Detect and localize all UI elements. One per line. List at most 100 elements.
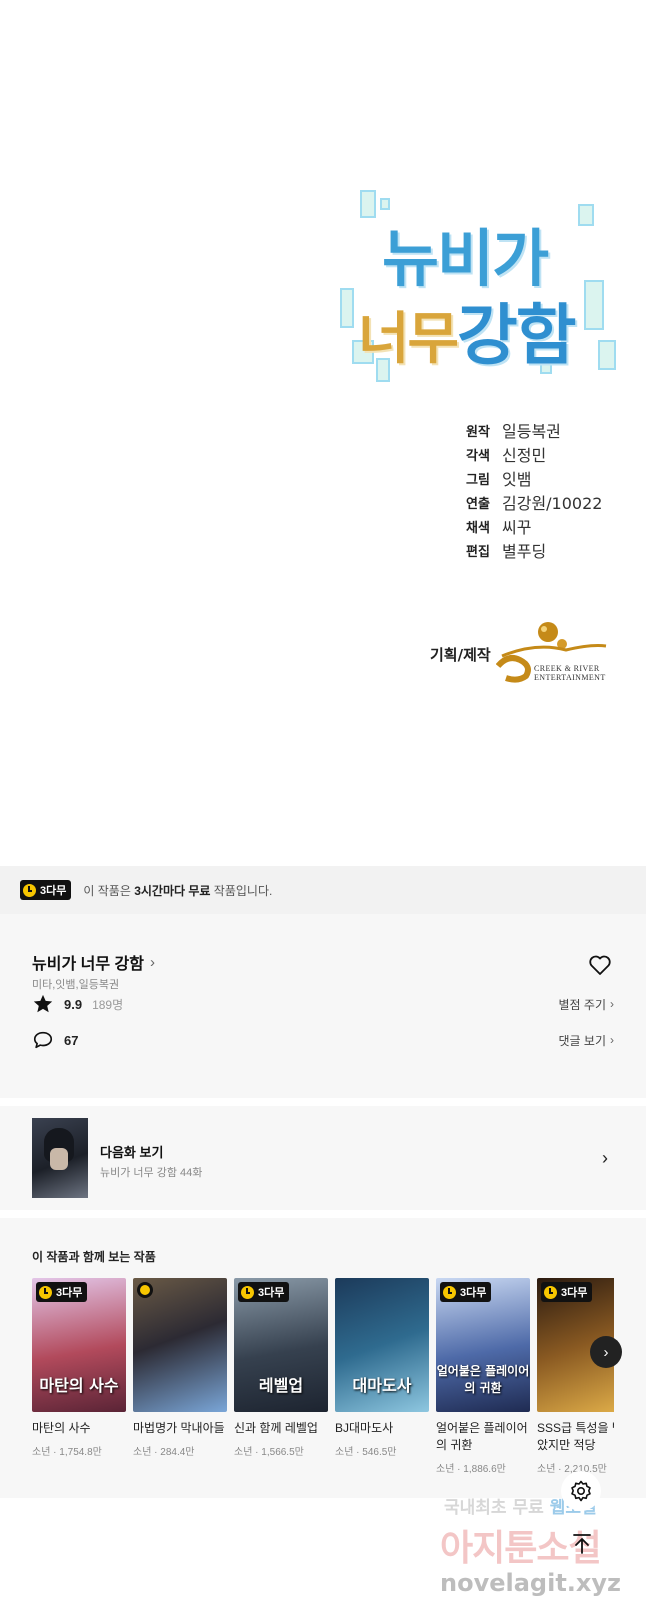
recommendation-name: SSS급 특성을 받았지만 적당 <box>537 1421 614 1452</box>
recommendation-item[interactable]: 3다무 레벨업 신과 함께 레벨업 소년 · 1,566.5만 <box>234 1278 328 1458</box>
clock-icon <box>137 1282 153 1298</box>
watermark-line3: novelagit.xyz <box>440 1569 622 1597</box>
recommendation-cover: 3다무 레벨업 <box>234 1278 328 1412</box>
logo-line2-small: 너무 <box>358 307 459 372</box>
studio-name: CREEK & RIVER ENTERTAINMENT <box>534 664 606 682</box>
recommendation-name: 얼어붙은 플레이어의 귀환 <box>436 1421 528 1452</box>
credit-name: 잇뱀 <box>502 470 532 489</box>
next-episode-thumbnail <box>32 1118 88 1198</box>
logo-line2-big: 강함 <box>457 297 576 374</box>
credit-row: 그림 잇뱀 <box>466 466 602 490</box>
recommendation-name: 마탄의 사수 <box>32 1421 91 1435</box>
comment-icon <box>32 1029 54 1051</box>
notice-text: 이 작품은 3시간마다 무료 작품입니다. <box>83 882 272 899</box>
recommendation-name: 신과 함께 레벨업 <box>234 1421 318 1435</box>
work-authors: 미타,잇뱀,일등복권 <box>32 979 120 991</box>
wait-free-badge: 3다무 <box>20 880 72 900</box>
chevron-right-icon: › <box>610 997 614 1011</box>
recommendation-meta: 소년 · 1,566.5만 <box>234 1447 304 1458</box>
cover-title: 레벨업 <box>258 1376 304 1395</box>
cover-title: 얼어붙은 플레이어의 귀환 <box>436 1364 530 1395</box>
view-comments-label: 댓글 보기 <box>558 1033 607 1048</box>
recommendation-meta: 소년 · 546.5만 <box>335 1447 397 1458</box>
next-episode-label: 다음화 보기 <box>100 1145 164 1160</box>
clock-icon <box>23 883 36 897</box>
episode-image: 뉴비가 너무강함 원작 일등복권 각색 신정민 그림 잇뱀 연출 김강원/10022 채… <box>0 0 646 866</box>
settings-button[interactable] <box>561 1471 601 1511</box>
chevron-right-icon: › <box>610 1033 614 1047</box>
credit-row: 각색 신정민 <box>466 442 602 466</box>
comment-count: 67 <box>64 1032 79 1048</box>
badge-label: 3다무 <box>460 1287 487 1299</box>
credit-role: 그림 <box>466 472 490 488</box>
credits: 원작 일등복권 각색 신정민 그림 잇뱀 연출 김강원/10022 채색 씨꾸 편집 별푸딩 <box>466 418 602 562</box>
clock-icon <box>39 1285 52 1299</box>
recommendation-item[interactable]: 3다무 마탄의 사수 마탄의 사수 소년 · 1,754.8만 <box>32 1278 126 1458</box>
credit-name: 김강원/10022 <box>502 494 603 513</box>
next-episode-subtitle: 뉴비가 너무 강함 44화 <box>100 1167 203 1179</box>
rate-button[interactable]: 별점 주기 › <box>559 996 615 1013</box>
badge-label: 3다무 <box>561 1287 588 1299</box>
badge-label: 3다무 <box>56 1287 83 1299</box>
cover-title: 마탄의 사수 <box>39 1376 119 1395</box>
recommendation-meta: 소년 · 1,754.8만 <box>32 1447 102 1458</box>
comment-row: 67 댓글 보기 › <box>32 1028 614 1052</box>
credit-name: 신정민 <box>502 446 547 465</box>
credit-role: 원작 <box>466 424 490 440</box>
rate-button-label: 별점 주기 <box>558 997 607 1012</box>
notice-text-before: 이 작품은 <box>83 883 135 898</box>
work-title: 뉴비가 너무 강함 <box>32 956 144 973</box>
rating-count: 189명 <box>92 997 124 1012</box>
credit-row: 원작 일등복권 <box>466 418 602 442</box>
recommendation-item[interactable]: 마법명가 막내아들 소년 · 284.4만 <box>133 1278 227 1458</box>
rating-row: 9.9 189명 별점 주기 › <box>32 992 614 1016</box>
arrow-up-icon <box>573 1534 591 1554</box>
credit-role: 각색 <box>466 448 490 464</box>
heart-icon[interactable] <box>588 954 612 976</box>
work-title-link[interactable]: 뉴비가 너무 강함 › <box>32 950 155 974</box>
credit-role: 편집 <box>466 544 490 560</box>
notice-text-bold: 3시간마다 무료 <box>134 883 211 898</box>
rating-value: 9.9 <box>64 996 83 1012</box>
scroll-top-button[interactable] <box>562 1524 602 1564</box>
settings-icon <box>571 1480 591 1502</box>
scroll-right-button[interactable]: › <box>590 1336 622 1368</box>
watermark: 국내최초 무료 웹소설 아지툰소설 novelagit.xyz <box>440 1493 646 1614</box>
recommendation-item[interactable]: 대마도사 BJ대마도사 소년 · 546.5만 <box>335 1278 429 1458</box>
recommendation-name: BJ대마도사 <box>335 1421 394 1435</box>
next-episode-card[interactable]: 다음화 보기 뉴비가 너무 강함 44화 › <box>0 1106 646 1210</box>
logo-line2: 너무강함 <box>358 282 577 378</box>
cover-title: 대마도사 <box>352 1376 412 1395</box>
credit-role: 연출 <box>466 496 490 512</box>
badge-label: 3다무 <box>258 1287 285 1299</box>
recommendations-title: 이 작품과 함께 보는 작품 <box>32 1250 156 1264</box>
recommendation-item[interactable]: 3다무 SSS급 특성을 받았지만 적당 소년 · 2,210.5만 <box>537 1278 614 1475</box>
chevron-right-icon: › <box>603 1343 609 1361</box>
title-logo: 뉴비가 너무강함 <box>340 190 620 400</box>
recommendation-cover <box>133 1278 227 1412</box>
credit-name: 씨꾸 <box>502 518 532 537</box>
credit-name: 일등복권 <box>502 422 561 441</box>
wait-free-badge: 3다무 <box>541 1282 593 1302</box>
wait-free-badge: 3다무 <box>36 1282 88 1302</box>
recommendation-meta: 소년 · 284.4만 <box>133 1447 195 1458</box>
clock-icon <box>443 1285 456 1299</box>
view-comments-button[interactable]: 댓글 보기 › <box>559 1032 615 1049</box>
chevron-right-icon: › <box>602 1148 608 1168</box>
recommendations: 이 작품과 함께 보는 작품 3다무 마탄의 사수 마탄의 사수 소년 · 1,… <box>0 1218 646 1498</box>
credit-row: 편집 별푸딩 <box>466 538 602 562</box>
recommendation-item[interactable]: 3다무 얼어붙은 플레이어의 귀환 얼어붙은 플레이어의 귀환 소년 · 1,8… <box>436 1278 530 1475</box>
credit-role: 채색 <box>466 520 490 536</box>
studio-line1: CREEK & RIVER <box>534 664 600 673</box>
recommendations-list: 3다무 마탄의 사수 마탄의 사수 소년 · 1,754.8만 마법명가 막내아… <box>32 1278 614 1488</box>
recommendation-cover: 대마도사 <box>335 1278 429 1412</box>
recommendation-name: 마법명가 막내아들 <box>133 1421 225 1435</box>
wait-free-badge: 3다무 <box>440 1282 492 1302</box>
credit-name: 별푸딩 <box>502 542 547 561</box>
recommendation-cover: 3다무 마탄의 사수 <box>32 1278 126 1412</box>
notice-text-after: 작품입니다. <box>210 883 273 898</box>
free-notice-bar: 3다무 이 작품은 3시간마다 무료 작품입니다. <box>0 866 646 914</box>
clock-icon <box>241 1285 254 1299</box>
produced-label: 기획/제작 <box>430 646 491 664</box>
chevron-right-icon: › <box>149 953 155 971</box>
